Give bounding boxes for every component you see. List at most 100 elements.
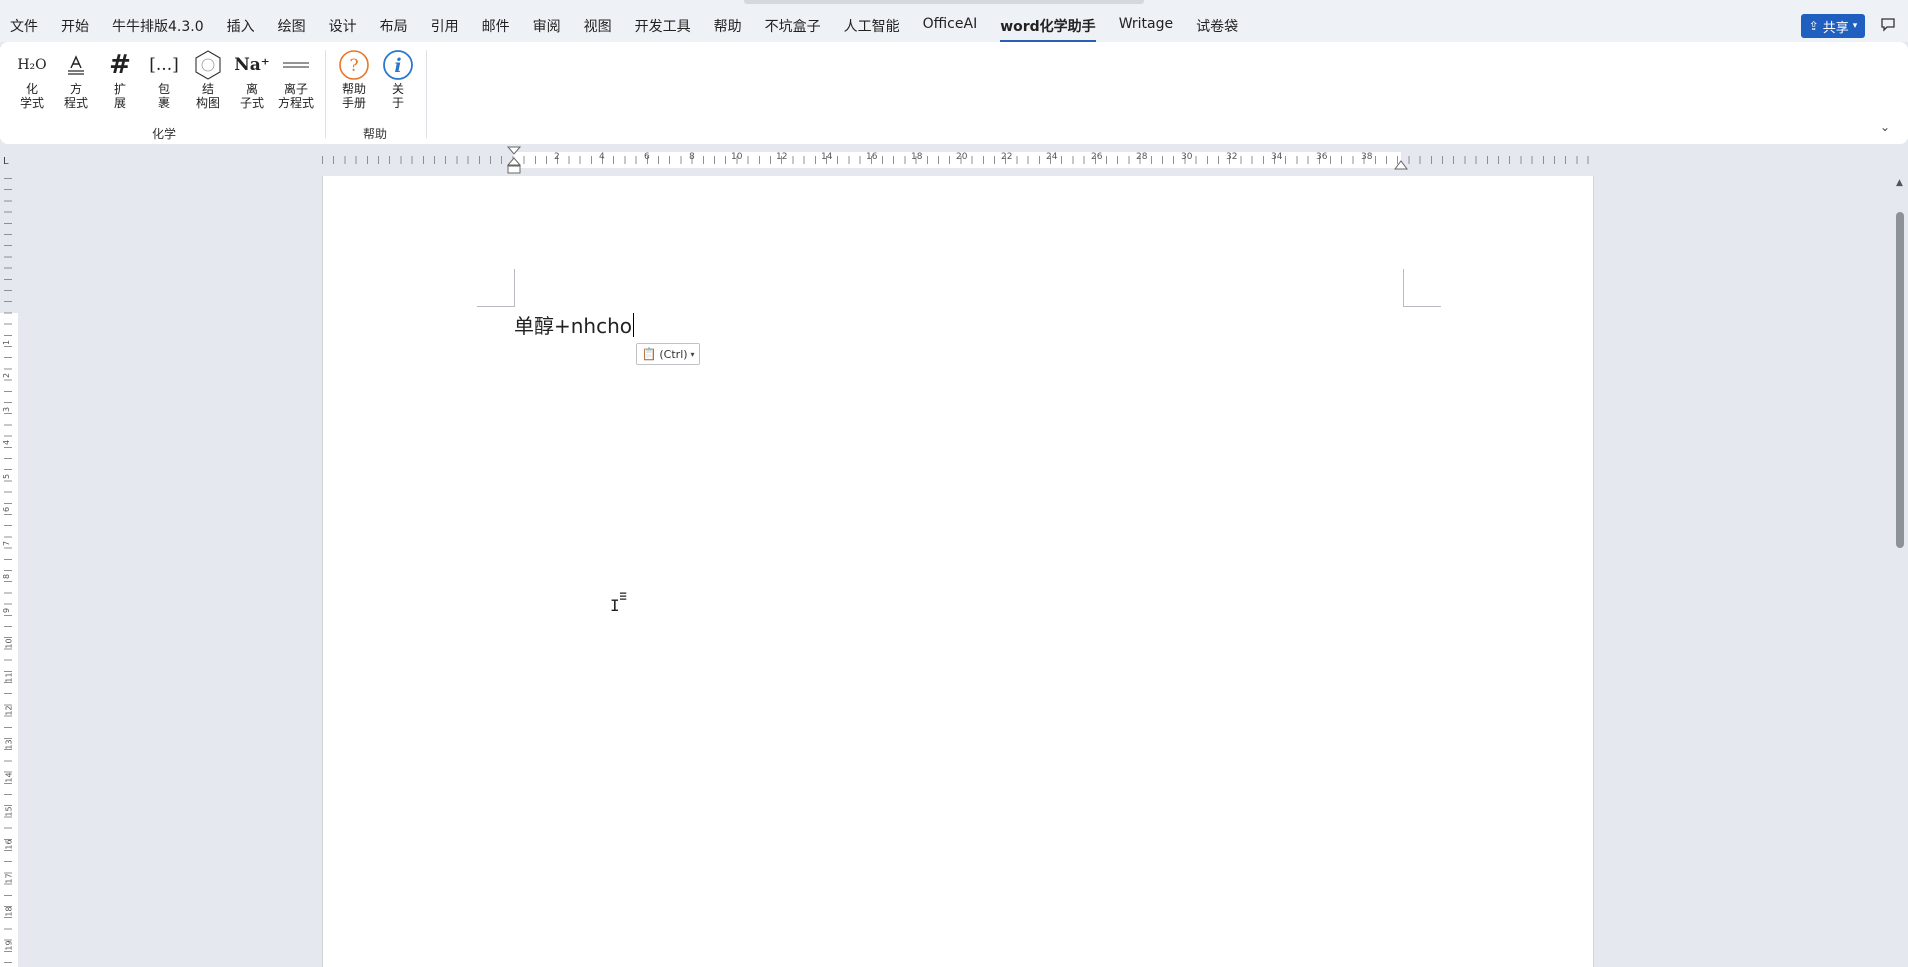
vruler-label: 11 xyxy=(4,672,14,683)
tab-layout[interactable]: 布局 xyxy=(380,16,408,36)
group-separator xyxy=(325,50,326,138)
help-manual-label: 帮助 手册 xyxy=(341,82,366,110)
vruler-label: 4 xyxy=(2,439,12,446)
document-paragraph[interactable]: 单醇+nhcho xyxy=(514,310,635,339)
h2o-icon: H₂O xyxy=(17,57,47,73)
tab-niuniu-layout[interactable]: 牛牛排版4.3.0 xyxy=(112,16,204,36)
question-mark-glyph: ? xyxy=(349,56,358,76)
share-icon: ⇪ xyxy=(1808,19,1819,33)
margin-corner-top-left xyxy=(477,269,515,307)
extend-button[interactable]: # 扩 展 xyxy=(100,48,140,110)
tab-developer[interactable]: 开发工具 xyxy=(635,16,691,36)
text-caret xyxy=(633,313,635,337)
right-indent-marker[interactable] xyxy=(1394,158,1408,170)
help-group-label: 帮助 xyxy=(363,127,388,141)
ruler-label: 22 xyxy=(1001,152,1013,162)
title-bar-handle[interactable] xyxy=(744,0,1144,4)
vruler-label: 5 xyxy=(2,473,12,480)
structure-button[interactable]: 结 构图 xyxy=(188,48,228,110)
ruler-label: 18 xyxy=(911,152,923,162)
equation-button[interactable]: 方 程式 xyxy=(56,48,96,110)
ruler-label: 10 xyxy=(731,152,743,162)
tab-bukeng-box[interactable]: 不坑盒子 xyxy=(765,16,821,36)
vruler-label: 1 xyxy=(2,339,12,346)
chemical-formula-button[interactable]: H₂O 化 学式 xyxy=(12,48,52,110)
tab-design[interactable]: 设计 xyxy=(329,16,357,36)
tab-file[interactable]: 文件 xyxy=(10,16,38,36)
about-label: 关 于 xyxy=(391,82,404,110)
vertical-ruler-labels: 1 2 3 4 5 6 7 8 9 10 11 12 13 14 15 16 1… xyxy=(1,178,17,967)
ionic-formula-button[interactable]: Na⁺ 离 子式 xyxy=(232,48,272,110)
sodium-ion-icon: Na⁺ xyxy=(234,55,270,75)
ruler-label: 12 xyxy=(776,152,788,162)
equation-icon xyxy=(65,48,87,82)
vruler-label: 8 xyxy=(2,573,12,580)
tab-word-chem-helper[interactable]: word化学助手 xyxy=(1000,16,1097,42)
scroll-up-icon[interactable]: ▲ xyxy=(1896,178,1903,188)
ruler-label: 2 xyxy=(554,152,560,162)
tab-writage[interactable]: Writage xyxy=(1119,16,1173,36)
ionic-equation-label: 离子 方程式 xyxy=(277,82,314,110)
ruler-label: 20 xyxy=(956,152,968,162)
ionic-formula-label: 离 子式 xyxy=(239,82,264,110)
ruler-label: 26 xyxy=(1091,152,1103,162)
vruler-label: 19 xyxy=(4,940,14,951)
document-page[interactable]: 单醇+nhcho 📋 (Ctrl) ▾ I ▔ ▔ ▔ xyxy=(322,176,1594,967)
question-icon: ? xyxy=(338,48,370,82)
ruler-label: 8 xyxy=(689,152,695,162)
tab-exam-bag[interactable]: 试卷袋 xyxy=(1196,16,1238,36)
ruler-label: 28 xyxy=(1136,152,1148,162)
tab-references[interactable]: 引用 xyxy=(431,16,459,36)
ionic-equation-icon xyxy=(281,48,311,82)
vruler-label: 7 xyxy=(2,540,12,547)
structure-label: 结 构图 xyxy=(195,82,220,110)
paste-options-label: (Ctrl) xyxy=(659,347,688,361)
share-label: 共享 xyxy=(1822,20,1849,36)
vertical-ruler: 1 2 3 4 5 6 7 8 9 10 11 12 13 14 15 16 1… xyxy=(0,178,18,967)
ruler-label: 30 xyxy=(1181,152,1193,162)
vruler-label: 12 xyxy=(4,705,14,716)
menu-bar: 文件 开始 牛牛排版4.3.0 插入 绘图 设计 布局 引用 邮件 审阅 视图 … xyxy=(0,0,1908,42)
ruler-label: 38 xyxy=(1361,152,1373,162)
brackets-icon: [...] xyxy=(149,55,179,75)
menu-tabs: 文件 开始 牛牛排版4.3.0 插入 绘图 设计 布局 引用 邮件 审阅 视图 … xyxy=(10,16,1261,42)
ruler-label: 32 xyxy=(1226,152,1238,162)
tab-review[interactable]: 审阅 xyxy=(533,16,561,36)
ibeam-cursor-icon: I xyxy=(610,596,620,615)
ruler-label: 14 xyxy=(821,152,833,162)
vruler-label: 9 xyxy=(2,607,12,614)
tab-insert[interactable]: 插入 xyxy=(227,16,255,36)
horizontal-ruler: L 2 4 6 8 10 12 14 16 18 20 22 24 26 28 … xyxy=(0,148,1908,174)
wrap-button[interactable]: [...] 包 裹 xyxy=(144,48,184,110)
tab-help[interactable]: 帮助 xyxy=(714,16,742,36)
share-button[interactable]: ⇪ 共享 ▾ xyxy=(1801,14,1865,38)
vruler-label: 3 xyxy=(2,406,12,413)
help-manual-button[interactable]: ? 帮助 手册 xyxy=(334,48,374,110)
hash-icon: # xyxy=(109,50,131,80)
about-button[interactable]: i 关 于 xyxy=(378,48,418,110)
ruler-label: 36 xyxy=(1316,152,1328,162)
ribbon-collapse-icon[interactable]: ⌄ xyxy=(1880,120,1890,134)
ruler-label: 34 xyxy=(1271,152,1283,162)
vruler-label: 15 xyxy=(4,806,14,817)
tab-view[interactable]: 视图 xyxy=(584,16,612,36)
scroll-thumb[interactable] xyxy=(1896,212,1904,548)
paste-options-button[interactable]: 📋 (Ctrl) ▾ xyxy=(636,343,700,365)
indent-marker[interactable] xyxy=(507,146,521,176)
tab-home[interactable]: 开始 xyxy=(61,16,89,36)
ruler-labels: 2 4 6 8 10 12 14 16 18 20 22 24 26 28 30… xyxy=(0,148,1908,174)
tab-mailings[interactable]: 邮件 xyxy=(482,16,510,36)
comments-icon[interactable] xyxy=(1878,16,1898,36)
extend-label: 扩 展 xyxy=(113,82,126,110)
vertical-scrollbar[interactable]: ▲ xyxy=(1893,176,1908,967)
tab-ai[interactable]: 人工智能 xyxy=(844,16,900,36)
ruler-label: 4 xyxy=(599,152,605,162)
tab-officeai[interactable]: OfficeAI xyxy=(923,16,978,36)
tab-draw[interactable]: 绘图 xyxy=(278,16,306,36)
vruler-label: 14 xyxy=(4,772,14,783)
clipboard-icon: 📋 xyxy=(641,347,657,361)
ionic-equation-button[interactable]: 离子 方程式 xyxy=(276,48,316,110)
document-text: 单醇+nhcho xyxy=(514,314,633,338)
vruler-label: 10 xyxy=(4,638,14,649)
ruler-label: 16 xyxy=(866,152,878,162)
